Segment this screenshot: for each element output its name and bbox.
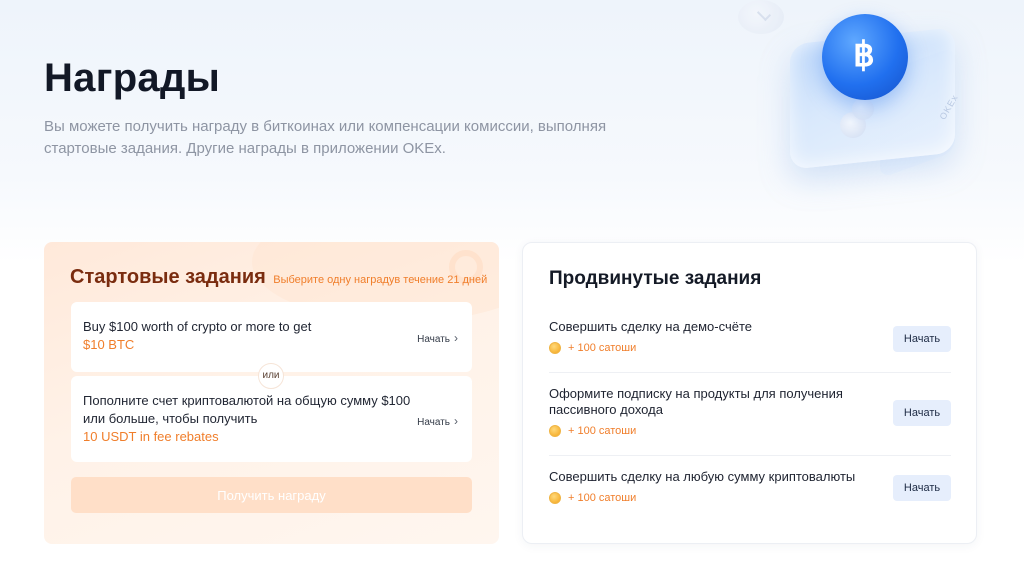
bitcoin-coin-icon: ฿: [822, 14, 908, 100]
hero-illustration: OKEx ฿: [730, 0, 990, 190]
task-description: Пополните счет криптовалютой на общую су…: [83, 392, 423, 446]
starter-header: Стартовые задания Выберите одну наградув…: [70, 266, 487, 289]
start-button[interactable]: Начать: [893, 475, 951, 501]
advanced-tasks-card: Продвинутые задания Совершить сделку на …: [522, 242, 977, 544]
task-text: Пополните счет криптовалютой на общую су…: [83, 393, 411, 426]
reward-amount: + 100 сатоши: [568, 425, 637, 437]
reward-amount: + 100 сатоши: [568, 342, 637, 354]
starter-task-buy-crypto[interactable]: Buy $100 worth of crypto or more to get …: [71, 302, 472, 372]
task-reward: $10 BTC: [83, 337, 135, 352]
advanced-title: Продвинутые задания: [549, 268, 762, 289]
starter-hint: Выберите одну наградув течение 21 дней: [273, 274, 488, 286]
advanced-task-text: Совершить сделку на демо-счёте: [549, 319, 753, 334]
satoshi-coin-icon: [549, 342, 561, 354]
task-start-label: Начать: [417, 334, 450, 345]
start-button[interactable]: Начать: [893, 326, 951, 352]
satoshi-coin-icon: [549, 492, 561, 504]
reward-amount: + 100 сатоши: [568, 492, 637, 504]
claim-reward-button[interactable]: Получить награду: [71, 477, 472, 513]
advanced-task-reward: + 100 сатоши: [549, 492, 951, 504]
chevron-right-icon: ›: [454, 414, 458, 428]
advanced-task-row: Совершить сделку на демо-счёте + 100 сат…: [549, 319, 951, 373]
advanced-task-text: Совершить сделку на любую сумму криптова…: [549, 469, 856, 484]
advanced-task-text: Оформите подписку на продукты для получе…: [549, 386, 843, 417]
task-start-link[interactable]: Начать ›: [417, 414, 458, 428]
chevron-right-icon: ›: [454, 331, 458, 345]
advanced-task-reward: + 100 сатоши: [549, 425, 951, 437]
check-bubble-icon: [738, 0, 784, 34]
inner-coin-icon: [852, 98, 874, 120]
advanced-task-row: Оформите подписку на продукты для получе…: [549, 386, 951, 456]
starter-title: Стартовые задания: [70, 266, 266, 288]
satoshi-coin-icon: [549, 425, 561, 437]
task-reward: 10 USDT in fee rebates: [83, 429, 219, 444]
advanced-task-row: Совершить сделку на любую сумму криптова…: [549, 469, 951, 519]
page-description: Вы можете получить награду в биткоинах и…: [44, 118, 607, 157]
start-button[interactable]: Начать: [893, 400, 951, 426]
advanced-task-reward: + 100 сатоши: [549, 342, 951, 354]
task-description: Buy $100 worth of crypto or more to get …: [83, 318, 383, 354]
bitcoin-symbol: ฿: [853, 36, 875, 74]
task-text: Buy $100 worth of crypto or more to get: [83, 319, 312, 334]
starter-tasks-card: Стартовые задания Выберите одну наградув…: [44, 242, 499, 544]
task-start-link[interactable]: Начать ›: [417, 331, 458, 345]
or-badge: или: [258, 363, 284, 389]
task-start-label: Начать: [417, 417, 450, 428]
page-title: Награды: [44, 56, 221, 100]
